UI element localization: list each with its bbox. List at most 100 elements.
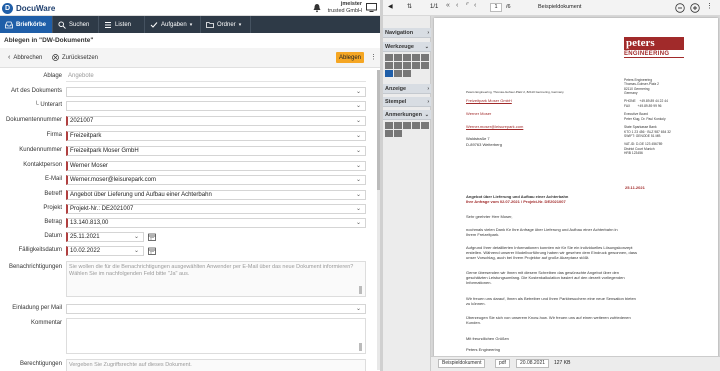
cross-icon[interactable] <box>394 122 402 129</box>
chevron-down-icon: ⌄ <box>356 133 362 139</box>
back-icon[interactable]: ‹ <box>474 2 476 9</box>
nav-suchen[interactable]: Suchen <box>53 16 99 33</box>
rectangle-icon[interactable] <box>394 130 402 137</box>
resize-handle[interactable] <box>359 343 362 351</box>
select-icon[interactable] <box>385 70 393 77</box>
highlight-icon[interactable] <box>412 122 420 129</box>
label-benachrichtigungen: Benachrichtigungen <box>8 264 62 270</box>
stack-icon[interactable] <box>421 54 429 61</box>
prev-page-small-icon[interactable]: ‹ <box>456 2 458 9</box>
betreff-input[interactable]: Angebot über Lieferung und Aufbau einer … <box>66 190 366 200</box>
hand-icon[interactable] <box>385 54 393 61</box>
crop-icon[interactable] <box>394 70 402 77</box>
logo-peters: peters <box>624 37 684 50</box>
line-icon[interactable] <box>385 130 393 137</box>
freehand-icon[interactable] <box>421 122 429 129</box>
user-info[interactable]: jmeister trusted GmbH <box>308 1 362 15</box>
einladung-select[interactable]: ⌄ <box>66 304 366 314</box>
letter-para-5: Überzeugen Sie sich von unserem Know-how… <box>466 315 631 325</box>
label-firma: Firma <box>46 132 62 138</box>
page-number-input[interactable]: 1 <box>490 3 502 12</box>
chevron-down-icon: ▾ <box>189 21 193 28</box>
benachrichtigungen-hint: Sie wollen die für die Benachrichtigunge… <box>69 264 354 277</box>
ablage-field[interactable]: Angebote <box>66 72 366 82</box>
chevron-down-icon: ⌄ <box>356 177 362 183</box>
file-button[interactable]: Ablegen <box>336 52 364 63</box>
prev-page-icon[interactable]: ◀ <box>388 3 393 10</box>
reset-button[interactable]: Zurücksetzen <box>52 54 98 61</box>
user-name: jmeister <box>340 1 362 7</box>
text-annotation-icon[interactable] <box>385 122 393 129</box>
firma-input[interactable]: Freizeitpark ⌄ <box>66 131 366 141</box>
print-icon[interactable] <box>403 54 411 61</box>
betreff-value: Angebot über Lieferung und Aufbau einer … <box>70 192 212 198</box>
projekt-input[interactable]: Projekt-Nr.: DE2021007 ⌄ <box>66 204 366 214</box>
email-input[interactable]: Werner.moser@leisurepark.com ⌄ <box>66 175 366 185</box>
resize-handle[interactable] <box>359 286 362 294</box>
recipient-email: Werner.moser@leisurepark.com <box>466 124 524 129</box>
viewer-more-icon[interactable]: ⋮ <box>706 2 713 10</box>
zoom-in-icon[interactable] <box>690 3 700 13</box>
art-select[interactable]: ⌄ <box>66 87 366 97</box>
benachrichtigungen-textarea[interactable]: Sie wollen die für die Benachrichtigunge… <box>66 261 366 297</box>
kontaktperson-input[interactable]: Werner Moser ⌄ <box>66 161 366 171</box>
docuware-logo[interactable]: D DocuWare <box>2 2 55 14</box>
nav-ordner[interactable]: Ordner ▾ <box>201 16 251 33</box>
search-doc-icon[interactable] <box>394 62 402 69</box>
label-betreff: Betreff <box>44 191 62 197</box>
berechtigungen-textarea[interactable]: Vergeben Sie Zugriffsrechte auf dieses D… <box>66 359 366 371</box>
main-nav: Briefkörbe Suchen Listen Aufgaben ▾ Ordn… <box>0 16 380 33</box>
nav-briefkoerbe[interactable]: Briefkörbe <box>0 16 53 33</box>
monitor-icon[interactable] <box>366 3 377 13</box>
calendar-icon[interactable] <box>148 233 156 241</box>
panel-label: Navigation <box>385 30 414 36</box>
faelligkeit-value: 10.02.2022 <box>70 248 101 254</box>
faelligkeit-input[interactable]: 10.02.2022 ⌄ <box>66 246 144 256</box>
page-icon[interactable] <box>421 62 429 69</box>
panel-anzeige[interactable]: Anzeige › <box>383 84 431 94</box>
rotate-icon[interactable] <box>403 62 411 69</box>
magnify-icon[interactable] <box>412 62 420 69</box>
cancel-button[interactable]: ‹ Abbrechen <box>8 54 42 61</box>
recipient-city: D-89763 Weiterberg <box>466 142 502 147</box>
arrow-left-icon: ‹ <box>8 54 11 61</box>
first-page-icon[interactable]: « <box>446 2 450 9</box>
dokumentennummer-input[interactable]: 2021007 ⌄ <box>66 116 366 126</box>
panel-werkzeuge[interactable]: Werkzeuge ⌄ <box>383 42 431 52</box>
document-page <box>434 18 718 358</box>
sort-icon[interactable]: ⇅ <box>407 3 412 10</box>
datum-input[interactable]: 25.11.2021 ⌄ <box>66 232 144 242</box>
first-icon[interactable]: ⌜ <box>466 2 469 10</box>
more-menu-icon[interactable]: ⋮ <box>370 52 377 63</box>
label-betrag: Betrag <box>44 219 62 225</box>
panel-navigation[interactable]: Navigation › <box>383 28 431 38</box>
betrag-input[interactable]: 13.140.813,00 ⌄ <box>66 218 366 228</box>
text-icon[interactable] <box>403 122 411 129</box>
nav-listen[interactable]: Listen <box>99 16 145 33</box>
search-icon <box>58 20 66 29</box>
panel-anmerkungen[interactable]: Anmerkungen ⌄ <box>383 110 431 120</box>
kommentar-textarea[interactable] <box>66 318 366 354</box>
panel-label: Stempel <box>385 99 407 105</box>
nav-label: Listen <box>115 21 132 28</box>
chevron-down-icon: ⌄ <box>134 234 140 240</box>
reset-icon <box>52 54 59 61</box>
label-einladung: Einladung per Mail <box>12 305 62 311</box>
zoom-out-icon[interactable] <box>675 3 685 13</box>
calendar-icon[interactable] <box>148 247 156 255</box>
kundennummer-input[interactable]: Freizeitpark Moser GmbH ⌄ <box>66 146 366 156</box>
status-doc-name: Beispieldokument <box>438 359 486 368</box>
breadcrumb: Ablegen in "DW-Dokumente" <box>4 37 94 44</box>
unterart-select[interactable]: ⌄ <box>66 101 366 111</box>
nav-aufgaben[interactable]: Aufgaben ▾ <box>145 16 201 33</box>
settings-icon[interactable] <box>412 54 420 61</box>
chevron-right-icon: › <box>427 30 429 36</box>
panel-stempel[interactable]: Stempel › <box>383 97 431 107</box>
copy-icon[interactable] <box>403 70 411 77</box>
chevron-down-icon: ▾ <box>238 21 242 28</box>
chevron-down-icon: ⌄ <box>356 118 362 124</box>
zoom-area-icon[interactable] <box>385 62 393 69</box>
panel-label: Anzeige <box>385 86 407 92</box>
letter-date: 25.11.2021 <box>625 185 645 190</box>
pencil-icon[interactable] <box>394 54 402 61</box>
